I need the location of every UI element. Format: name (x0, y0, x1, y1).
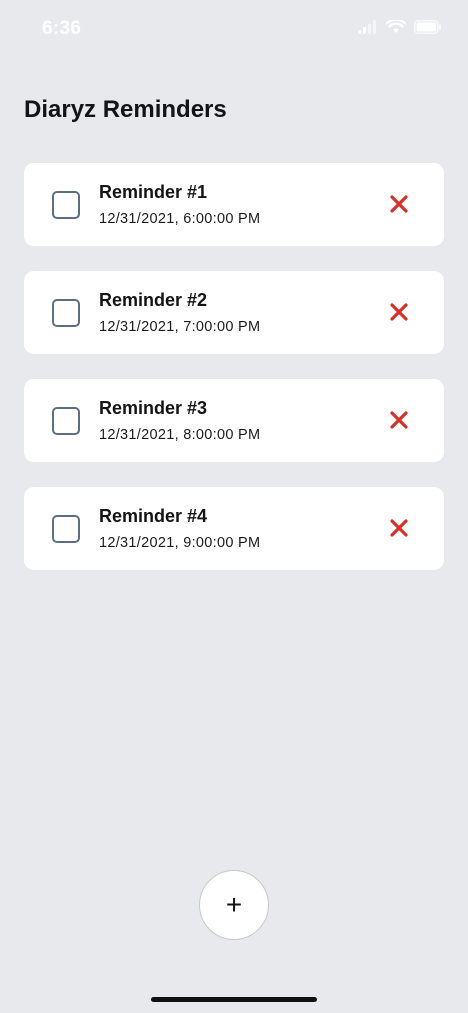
delete-reminder-button[interactable] (389, 410, 409, 430)
reminder-datetime: 12/31/2021, 9:00:00 PM (99, 535, 261, 551)
status-icons (358, 20, 442, 34)
reminder-list: Reminder #1 12/31/2021, 6:00:00 PM Remin… (24, 163, 444, 595)
wifi-icon (386, 20, 406, 33)
delete-reminder-button[interactable] (389, 302, 409, 322)
reminder-card: Reminder #3 12/31/2021, 8:00:00 PM (24, 379, 444, 462)
reminder-card: Reminder #1 12/31/2021, 6:00:00 PM (24, 163, 444, 246)
add-reminder-button[interactable]: + (199, 870, 269, 940)
home-indicator[interactable] (151, 997, 317, 1002)
status-bar: 6:36 (0, 0, 468, 60)
delete-reminder-button[interactable] (389, 518, 409, 538)
reminder-title: Reminder #4 (99, 506, 208, 526)
reminder-checkbox[interactable] (52, 299, 80, 327)
reminder-card: Reminder #2 12/31/2021, 7:00:00 PM (24, 271, 444, 354)
reminder-checkbox[interactable] (52, 191, 80, 219)
plus-icon: + (225, 889, 243, 920)
status-time: 6:36 (42, 18, 82, 39)
page-title: Diaryz Reminders (24, 96, 227, 123)
reminder-checkbox[interactable] (52, 515, 80, 543)
reminder-datetime: 12/31/2021, 7:00:00 PM (99, 319, 261, 335)
cellular-signal-icon (358, 20, 376, 34)
reminder-title: Reminder #2 (99, 290, 208, 310)
reminder-datetime: 12/31/2021, 6:00:00 PM (99, 211, 261, 227)
reminder-datetime: 12/31/2021, 8:00:00 PM (99, 427, 261, 443)
reminder-card: Reminder #4 12/31/2021, 9:00:00 PM (24, 487, 444, 570)
reminder-title: Reminder #3 (99, 398, 208, 418)
reminder-title: Reminder #1 (99, 182, 208, 202)
battery-icon (414, 20, 441, 34)
reminder-checkbox[interactable] (52, 407, 80, 435)
delete-reminder-button[interactable] (389, 194, 409, 214)
